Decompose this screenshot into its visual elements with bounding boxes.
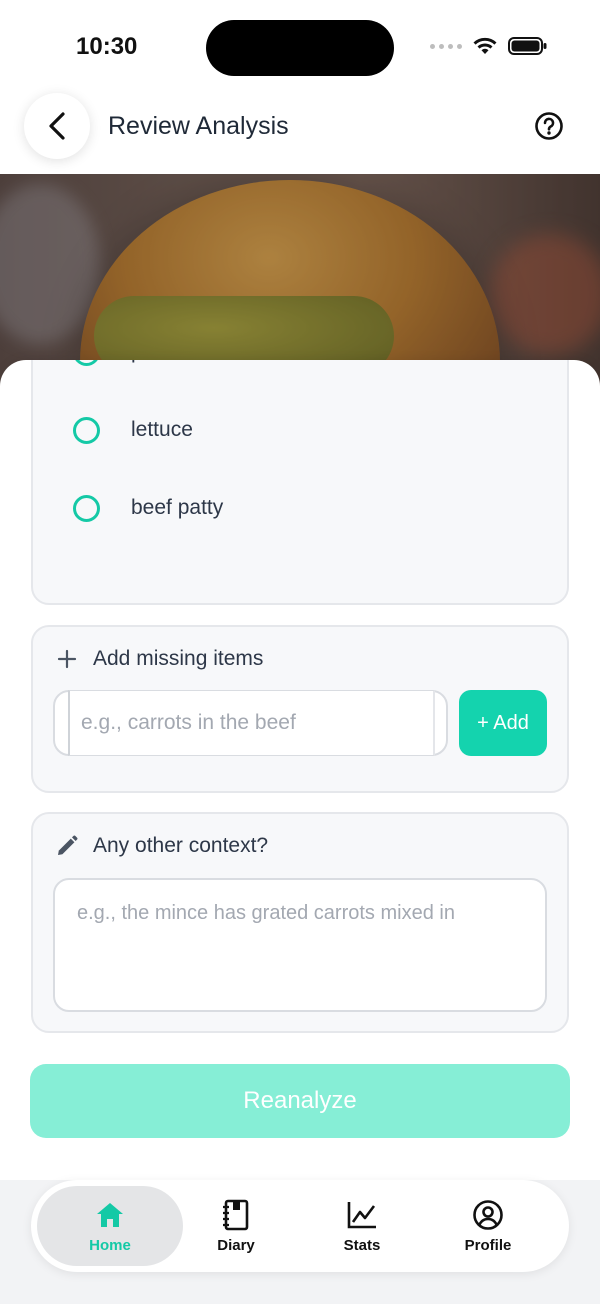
tab-profile-label: Profile <box>464 1236 512 1254</box>
tab-home-label: Home <box>89 1236 131 1254</box>
pencil-icon <box>55 834 79 858</box>
wifi-icon <box>473 37 497 54</box>
ingredient-label: pickle <box>131 360 185 364</box>
status-time: 10:30 <box>76 33 138 60</box>
add-item-button[interactable]: + Add <box>459 690 547 756</box>
ingredient-label: beef patty <box>131 496 224 519</box>
radio-button[interactable] <box>73 494 100 522</box>
dynamic-island <box>206 20 394 76</box>
user-circle-icon <box>472 1199 504 1231</box>
help-circle-icon <box>535 112 563 140</box>
cellular-signal-icon <box>430 43 462 49</box>
add-missing-heading: Add missing items <box>93 647 264 670</box>
tab-diary-label: Diary <box>217 1236 255 1254</box>
detected-items-card: pickle lettuce beef patty <box>31 360 569 605</box>
review-sheet: pickle lettuce beef patty Add missing it… <box>0 360 600 1180</box>
reanalyze-button[interactable]: Reanalyze <box>30 1064 570 1138</box>
battery-icon <box>508 37 547 55</box>
plus-icon <box>55 647 79 671</box>
radio-button[interactable] <box>73 416 100 444</box>
context-header: Any other context? <box>55 834 268 858</box>
add-item-input-wrapper <box>53 690 448 756</box>
add-missing-header: Add missing items <box>55 647 263 671</box>
add-missing-items-card: Add missing items + Add <box>31 625 569 793</box>
ingredient-item[interactable]: beef patty <box>73 488 223 528</box>
chevron-left-icon <box>49 112 65 140</box>
context-textarea[interactable]: e.g., the mince has grated carrots mixed… <box>53 878 547 1012</box>
tab-stats[interactable]: Stats <box>289 1186 435 1266</box>
help-button[interactable] <box>534 111 564 141</box>
tab-profile[interactable]: Profile <box>415 1186 561 1266</box>
ingredient-item[interactable]: pickle <box>73 360 185 372</box>
ingredient-item[interactable]: lettuce <box>73 410 193 450</box>
status-icons <box>430 36 548 56</box>
add-item-input[interactable] <box>68 690 435 756</box>
radio-button[interactable] <box>73 360 100 366</box>
tab-home[interactable]: Home <box>37 1186 183 1266</box>
back-button[interactable] <box>24 93 90 159</box>
notebook-icon <box>220 1199 252 1231</box>
status-bar: 10:30 <box>0 0 600 96</box>
ingredient-label: lettuce <box>131 418 193 441</box>
chart-icon <box>346 1199 378 1231</box>
bottom-tab-bar: Home Diary Stats Profile <box>31 1180 569 1272</box>
tab-diary[interactable]: Diary <box>163 1186 309 1266</box>
context-card: Any other context? e.g., the mince has g… <box>31 812 569 1033</box>
context-heading: Any other context? <box>93 834 269 857</box>
tab-stats-label: Stats <box>343 1236 381 1254</box>
home-icon <box>94 1199 126 1231</box>
page-title: Review Analysis <box>108 112 289 140</box>
app-header: Review Analysis <box>0 92 600 174</box>
